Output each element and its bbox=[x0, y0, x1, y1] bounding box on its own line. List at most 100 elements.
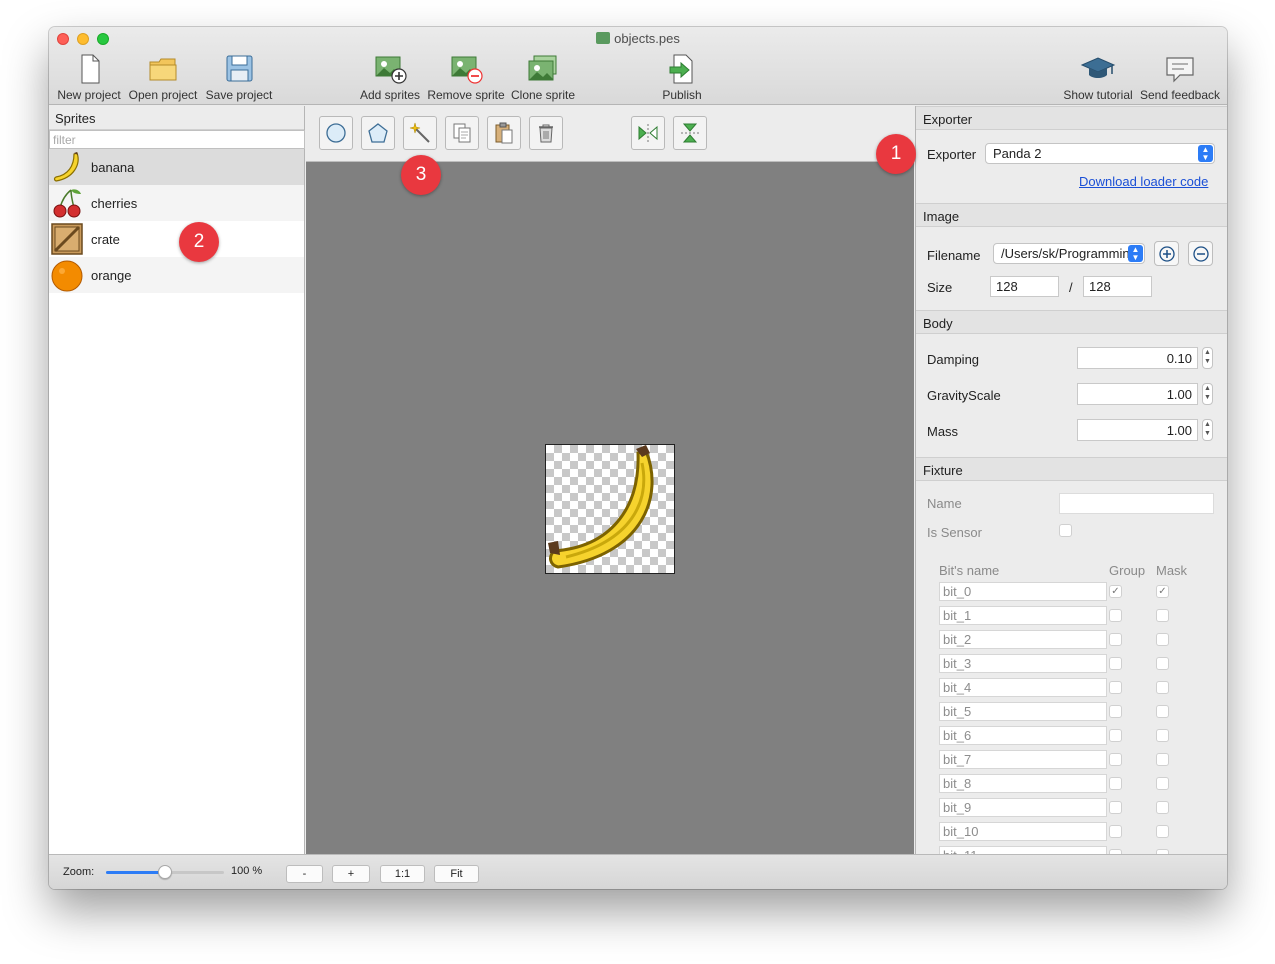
bit-mask-checkbox[interactable] bbox=[1156, 681, 1169, 694]
download-loader-code-link[interactable]: Download loader code bbox=[1079, 174, 1208, 189]
zoom-actual-size-button[interactable]: 1:1 bbox=[380, 865, 425, 883]
sprite-preview[interactable] bbox=[545, 444, 675, 574]
save-project-button[interactable]: Save project bbox=[204, 53, 274, 103]
floppy-disk-icon bbox=[226, 55, 253, 82]
sprite-item-crate[interactable]: crate bbox=[49, 221, 304, 257]
gravity-scale-stepper[interactable]: ▲ ▼ bbox=[1202, 383, 1213, 405]
bit-group-checkbox[interactable] bbox=[1109, 633, 1122, 646]
bit-mask-checkbox[interactable] bbox=[1156, 657, 1169, 670]
zoom-fit-button[interactable]: Fit bbox=[434, 865, 479, 883]
paste-button[interactable] bbox=[487, 116, 521, 150]
zoom-in-button[interactable]: + bbox=[332, 865, 370, 883]
bit-name-field[interactable]: bit_1 bbox=[939, 606, 1107, 625]
bit-name-field[interactable]: bit_9 bbox=[939, 798, 1107, 817]
bits-name-column: Bit's name bbox=[939, 563, 1000, 578]
banana-icon bbox=[49, 149, 85, 185]
bit-group-checkbox[interactable]: ✓ bbox=[1109, 585, 1122, 598]
bit-name-field[interactable]: bit_4 bbox=[939, 678, 1107, 697]
flip-horizontal-icon bbox=[638, 124, 658, 142]
window-title: objects.pes bbox=[49, 31, 1227, 46]
bit-name-field[interactable]: bit_2 bbox=[939, 630, 1107, 649]
bit-mask-checkbox[interactable] bbox=[1156, 705, 1169, 718]
sprite-item-cherries[interactable]: cherries bbox=[49, 185, 304, 221]
bit-mask-checkbox[interactable] bbox=[1156, 825, 1169, 838]
show-tutorial-button[interactable]: Show tutorial bbox=[1061, 53, 1135, 103]
bit-mask-checkbox[interactable] bbox=[1156, 729, 1169, 742]
sprite-item-label: cherries bbox=[91, 195, 138, 211]
flip-vertical-button[interactable] bbox=[673, 116, 707, 150]
clone-sprite-icon bbox=[528, 55, 557, 81]
sprite-item-banana[interactable]: banana bbox=[49, 149, 304, 185]
plus-circle-icon bbox=[1158, 245, 1175, 262]
circle-icon bbox=[326, 123, 346, 143]
new-project-label: New project bbox=[57, 88, 121, 102]
add-sprites-button[interactable]: Add sprites bbox=[357, 53, 423, 103]
folder-icon bbox=[149, 58, 177, 81]
magic-wand-tool-button[interactable] bbox=[403, 116, 437, 150]
bit-group-checkbox[interactable] bbox=[1109, 609, 1122, 622]
sprite-item-orange[interactable]: orange bbox=[49, 257, 304, 293]
circle-tool-button[interactable] bbox=[319, 116, 353, 150]
clone-sprite-label: Clone sprite bbox=[510, 88, 576, 102]
zoom-slider-handle[interactable] bbox=[158, 865, 172, 879]
bit-name-field[interactable]: bit_6 bbox=[939, 726, 1107, 745]
filename-select[interactable]: /Users/sk/Programming ▲ ▼ bbox=[993, 243, 1145, 264]
bit-mask-checkbox[interactable] bbox=[1156, 609, 1169, 622]
crate-icon bbox=[49, 221, 85, 257]
remove-image-button[interactable] bbox=[1188, 241, 1213, 266]
fixture-name-field[interactable] bbox=[1059, 493, 1214, 514]
filename-select-value: /Users/sk/Programming bbox=[1001, 246, 1137, 261]
mass-field[interactable]: 1.00 bbox=[1077, 419, 1198, 441]
bit-mask-checkbox[interactable] bbox=[1156, 777, 1169, 790]
damping-stepper[interactable]: ▲ ▼ bbox=[1202, 347, 1213, 369]
bit-group-checkbox[interactable] bbox=[1109, 729, 1122, 742]
bit-name-field[interactable]: bit_11 bbox=[939, 846, 1107, 854]
remove-sprite-icon bbox=[451, 56, 483, 84]
magic-wand-icon bbox=[409, 122, 430, 143]
new-project-button[interactable]: New project bbox=[55, 53, 123, 103]
bit-name-field[interactable]: bit_7 bbox=[939, 750, 1107, 769]
bit-group-checkbox[interactable] bbox=[1109, 657, 1122, 670]
image-height-field[interactable]: 128 bbox=[1083, 276, 1152, 297]
remove-sprite-label: Remove sprite bbox=[427, 88, 505, 102]
bit-name-field[interactable]: bit_3 bbox=[939, 654, 1107, 673]
bit-mask-checkbox[interactable]: ✓ bbox=[1156, 585, 1169, 598]
add-image-button[interactable] bbox=[1154, 241, 1179, 266]
callout-badge-3: 3 bbox=[401, 155, 441, 195]
clone-sprite-button[interactable]: Clone sprite bbox=[509, 53, 577, 103]
bit-group-checkbox[interactable] bbox=[1109, 681, 1122, 694]
bit-group-checkbox[interactable] bbox=[1109, 825, 1122, 838]
remove-sprite-button[interactable]: Remove sprite bbox=[427, 53, 505, 103]
bit-group-checkbox[interactable] bbox=[1109, 705, 1122, 718]
is-sensor-checkbox[interactable] bbox=[1059, 524, 1072, 537]
mass-stepper[interactable]: ▲ ▼ bbox=[1202, 419, 1213, 441]
gravity-scale-field[interactable]: 1.00 bbox=[1077, 383, 1198, 405]
damping-field[interactable]: 0.10 bbox=[1077, 347, 1198, 369]
bit-name-field[interactable]: bit_5 bbox=[939, 702, 1107, 721]
copy-button[interactable] bbox=[445, 116, 479, 150]
gravity-scale-label: GravityScale bbox=[927, 388, 1001, 403]
bit-name-field[interactable]: bit_0 bbox=[939, 582, 1107, 601]
open-project-button[interactable]: Open project bbox=[127, 53, 199, 103]
open-project-label: Open project bbox=[128, 88, 198, 102]
bit-group-checkbox[interactable] bbox=[1109, 753, 1122, 766]
delete-button[interactable] bbox=[529, 116, 563, 150]
sprites-panel: Sprites banana cherries crate orange bbox=[49, 106, 305, 854]
image-width-field[interactable]: 128 bbox=[990, 276, 1059, 297]
bit-mask-checkbox[interactable] bbox=[1156, 753, 1169, 766]
bit-group-checkbox[interactable] bbox=[1109, 777, 1122, 790]
bit-name-field[interactable]: bit_10 bbox=[939, 822, 1107, 841]
bit-mask-checkbox[interactable] bbox=[1156, 801, 1169, 814]
send-feedback-button[interactable]: Send feedback bbox=[1139, 53, 1221, 103]
sprite-canvas-area[interactable] bbox=[306, 106, 914, 854]
bit-group-checkbox[interactable] bbox=[1109, 801, 1122, 814]
publish-button[interactable]: Publish bbox=[657, 53, 707, 103]
sprite-filter-input[interactable] bbox=[49, 130, 305, 149]
bit-mask-checkbox[interactable] bbox=[1156, 633, 1169, 646]
polygon-tool-button[interactable] bbox=[361, 116, 395, 150]
bit-name-field[interactable]: bit_8 bbox=[939, 774, 1107, 793]
zoom-out-button[interactable]: - bbox=[286, 865, 323, 883]
flip-horizontal-button[interactable] bbox=[631, 116, 665, 150]
exporter-select[interactable]: Panda 2 ▲ ▼ bbox=[985, 143, 1215, 164]
cherries-icon bbox=[49, 185, 85, 221]
